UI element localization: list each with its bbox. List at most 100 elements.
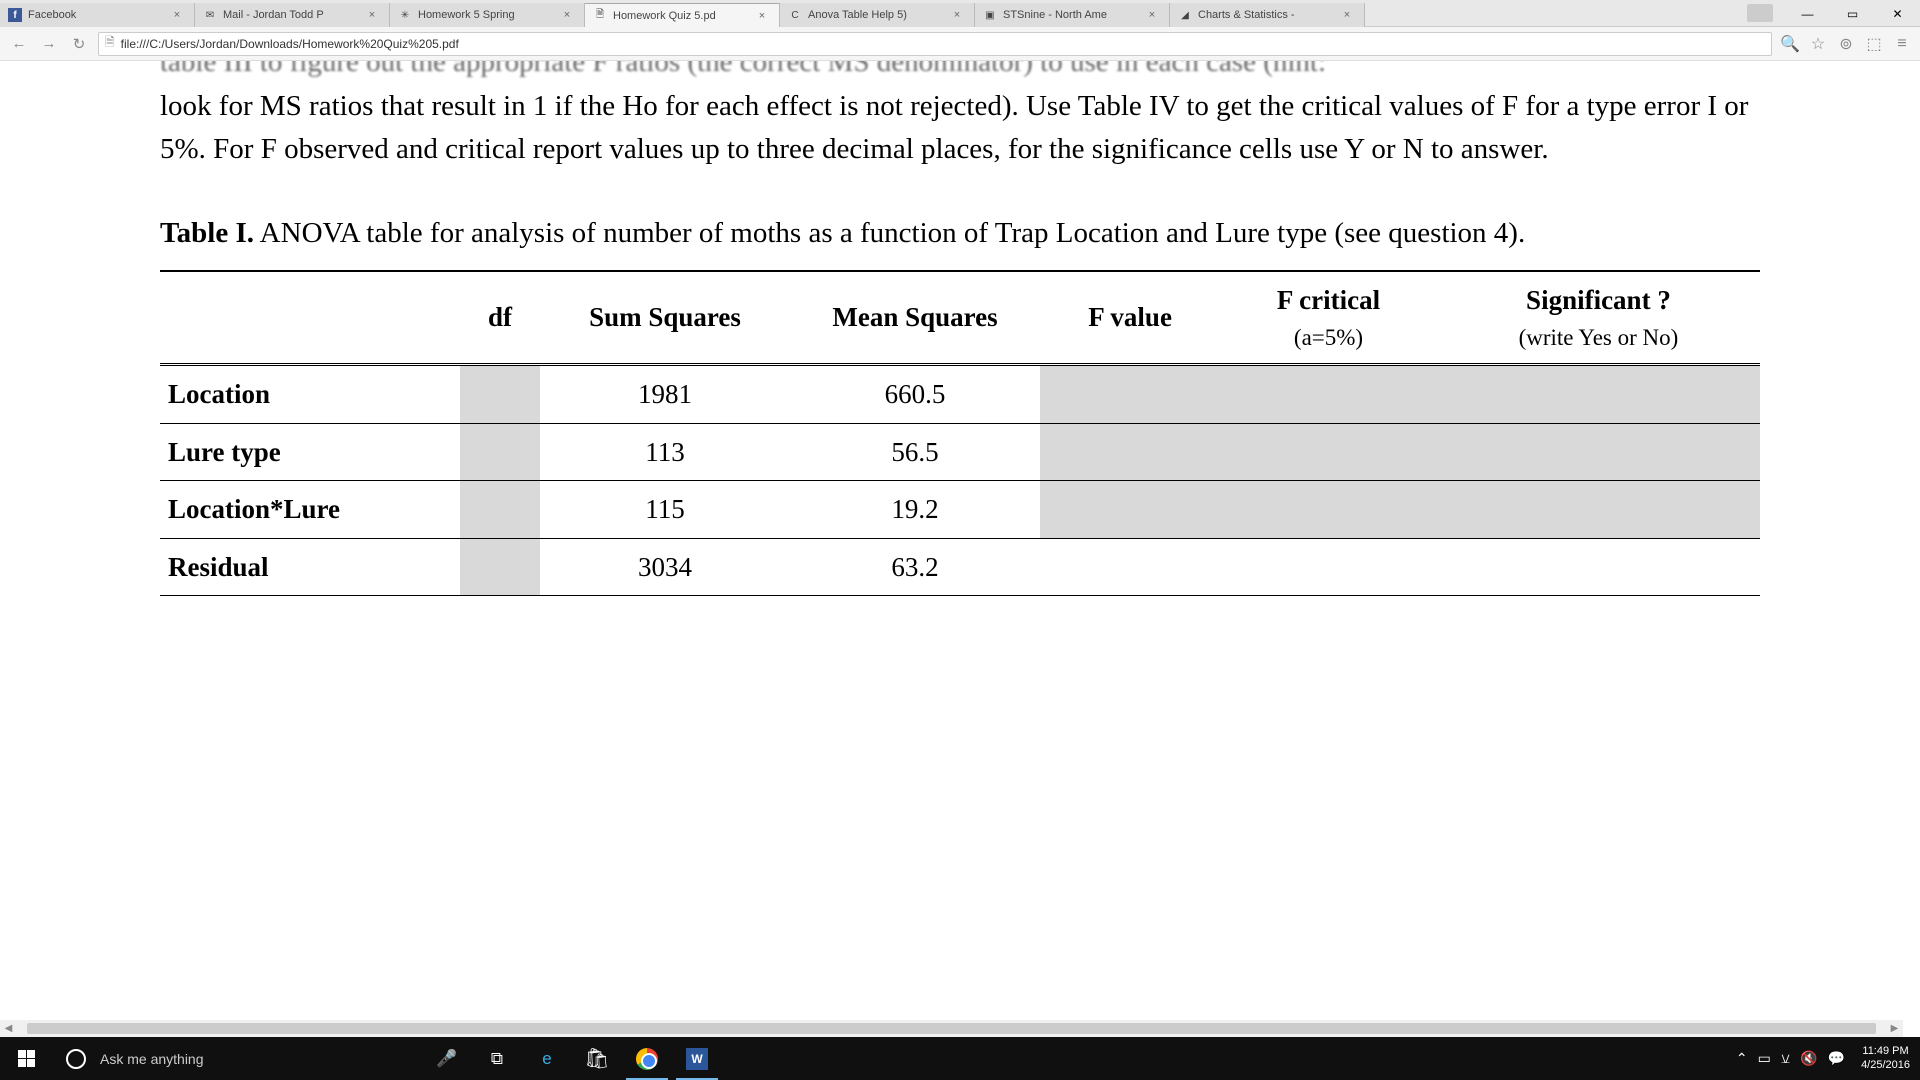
tab-title: Homework 5 Spring	[418, 9, 556, 21]
table-cell: 660.5	[790, 365, 1040, 424]
store-icon[interactable]: 🛍	[572, 1037, 622, 1080]
table-cell	[1437, 365, 1760, 424]
browser-tab[interactable]: CAnova Table Help 5)×	[780, 3, 975, 27]
search-placeholder: Ask me anything	[100, 1051, 204, 1067]
back-button[interactable]: ←	[8, 33, 30, 55]
tab-close-icon[interactable]: ×	[365, 8, 379, 22]
tab-favicon-icon: 🗎	[593, 9, 607, 23]
table-cell	[1437, 481, 1760, 539]
paragraph-text: look for MS ratios that result in 1 if t…	[160, 85, 1760, 172]
url-input[interactable]: 🗎 file:///C:/Users/Jordan/Downloads/Home…	[98, 32, 1772, 56]
browser-tab[interactable]: ◢ Charts & Statistics - ×	[1170, 3, 1365, 27]
minimize-button[interactable]: —	[1785, 0, 1830, 27]
horizontal-scrollbar[interactable]: ◀ ▶	[0, 1020, 1903, 1037]
tab-close-icon[interactable]: ×	[560, 8, 574, 22]
table-cell: Residual	[160, 538, 460, 596]
tray-caret-icon[interactable]: ⌃	[1736, 1050, 1748, 1067]
anova-table: df Sum Squares Mean Squares F value F cr…	[160, 270, 1760, 596]
table-caption: Table I. ANOVA table for analysis of num…	[160, 212, 1760, 256]
bookmark-star-icon[interactable]: ☆	[1808, 34, 1828, 54]
truncated-text: table III to figure out the appropriate …	[160, 61, 1760, 85]
reload-button[interactable]: ↻	[68, 33, 90, 55]
tab-favicon-icon: ◢	[1178, 8, 1192, 22]
header-fcrit: F critical(a=5%)	[1220, 271, 1437, 365]
word-taskbar-icon[interactable]: W	[672, 1037, 722, 1080]
browser-tab[interactable]: f Facebook ×	[0, 3, 195, 27]
tab-favicon-icon: f	[8, 8, 22, 22]
start-button[interactable]	[0, 1037, 52, 1080]
browser-titlebar: fFacebook×✉Mail - Jordan Todd P×✳Homewor…	[0, 0, 1920, 27]
table-cell	[1040, 365, 1220, 424]
table-row: Residual303463.2	[160, 538, 1760, 596]
table-cell	[460, 538, 540, 596]
edge-icon[interactable]: e	[522, 1037, 572, 1080]
table-row: Location 1981660.5	[160, 365, 1760, 424]
browser-tab[interactable]: ▣ STSnine - North Ame ×	[975, 3, 1170, 27]
maximize-button[interactable]: ▭	[1830, 0, 1875, 27]
close-window-button[interactable]: ✕	[1875, 0, 1920, 27]
task-view-icon[interactable]: ⧉	[472, 1037, 522, 1080]
table-cell	[1220, 481, 1437, 539]
menu-icon[interactable]: ≡	[1892, 34, 1912, 54]
mic-icon[interactable]: 🎤	[422, 1037, 472, 1080]
forward-button[interactable]: →	[38, 33, 60, 55]
wifi-icon[interactable]: ⚺	[1781, 1050, 1790, 1067]
tab-favicon-icon: ✉	[203, 8, 217, 22]
cortana-search[interactable]: Ask me anything	[52, 1037, 422, 1080]
clock[interactable]: 11:49 PM4/25/2016	[1855, 1045, 1916, 1071]
header-sig: Significant ?(write Yes or No)	[1437, 271, 1760, 365]
table-cell: 19.2	[790, 481, 1040, 539]
scroll-right-icon[interactable]: ▶	[1886, 1020, 1903, 1037]
header-source	[160, 271, 460, 365]
browser-tab[interactable]: ✳ Homework 5 Spring ×	[390, 3, 585, 27]
table-cell: 1981	[540, 365, 790, 424]
taskbar: Ask me anything 🎤 ⧉ e 🛍 W ⌃ ▭ ⚺ 🔇 💬 11:4…	[0, 1037, 1920, 1080]
table-cell	[1220, 538, 1437, 596]
tab-close-icon[interactable]: ×	[950, 8, 964, 22]
tab-title: Anova Table Help 5)	[808, 9, 946, 21]
table-cell: 113	[540, 423, 790, 481]
header-ss: Sum Squares	[540, 271, 790, 365]
table-cell	[1437, 423, 1760, 481]
window-controls: — ▭ ✕	[1747, 0, 1920, 27]
table-cell	[1040, 481, 1220, 539]
table-cell: Location*Lure	[160, 481, 460, 539]
browser-tabs: fFacebook×✉Mail - Jordan Todd P×✳Homewor…	[0, 0, 1365, 27]
chrome-taskbar-icon[interactable]	[622, 1037, 672, 1080]
header-df: df	[460, 271, 540, 365]
tab-favicon-icon: ▣	[983, 8, 997, 22]
tab-close-icon[interactable]: ×	[755, 9, 769, 23]
table-cell: 115	[540, 481, 790, 539]
table-cell	[1040, 423, 1220, 481]
browser-tab[interactable]: 🗎 Homework Quiz 5.pd ×	[585, 3, 780, 27]
extension-icon[interactable]: ⊚	[1836, 34, 1856, 54]
system-tray: ⌃ ▭ ⚺ 🔇 💬 11:49 PM4/25/2016	[1736, 1037, 1920, 1080]
table-cell: Location	[160, 365, 460, 424]
tab-favicon-icon: ✳	[398, 8, 412, 22]
pdf-content: table III to figure out the appropriate …	[0, 61, 1920, 1037]
cortana-icon	[66, 1049, 86, 1069]
tab-title: Facebook	[28, 9, 166, 21]
address-bar: ← → ↻ 🗎 file:///C:/Users/Jordan/Download…	[0, 27, 1920, 61]
table-cell	[460, 423, 540, 481]
zoom-icon[interactable]: 🔍	[1780, 34, 1800, 54]
battery-icon[interactable]: ▭	[1758, 1050, 1771, 1067]
table-cell	[1040, 538, 1220, 596]
tab-close-icon[interactable]: ×	[170, 8, 184, 22]
profile-icon[interactable]	[1747, 4, 1773, 22]
tab-close-icon[interactable]: ×	[1340, 8, 1354, 22]
browser-tab[interactable]: ✉Mail - Jordan Todd P×	[195, 3, 390, 27]
scroll-left-icon[interactable]: ◀	[0, 1020, 17, 1037]
table-row: Lure type11356.5	[160, 423, 1760, 481]
scroll-thumb[interactable]	[27, 1023, 1876, 1034]
tab-title: Homework Quiz 5.pd	[613, 10, 751, 22]
extension2-icon[interactable]: ⬚	[1864, 34, 1884, 54]
volume-icon[interactable]: 🔇	[1800, 1050, 1817, 1067]
tab-title: STSnine - North Ame	[1003, 9, 1141, 21]
tab-title: Charts & Statistics -	[1198, 9, 1336, 21]
table-cell: Lure type	[160, 423, 460, 481]
notifications-icon[interactable]: 💬	[1828, 1050, 1845, 1067]
tab-close-icon[interactable]: ×	[1145, 8, 1159, 22]
table-cell	[460, 481, 540, 539]
table-cell	[1220, 365, 1437, 424]
